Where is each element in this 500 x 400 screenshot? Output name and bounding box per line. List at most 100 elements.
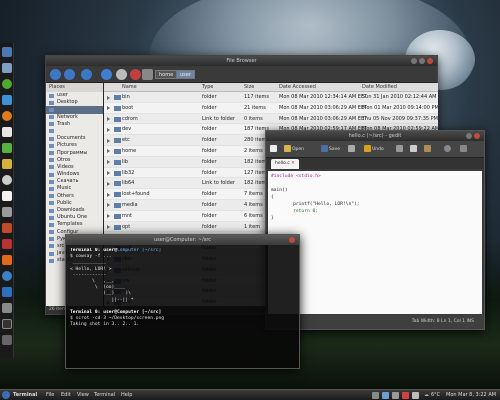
column-size[interactable]: Size — [244, 83, 254, 92]
column-date-modified[interactable]: Date Modified — [362, 83, 397, 92]
menu-help[interactable]: Help — [121, 390, 132, 400]
terminal-icon[interactable] — [2, 319, 12, 329]
home-icon[interactable] — [142, 69, 153, 80]
place-item[interactable]: Documents — [46, 135, 103, 142]
open-button[interactable]: Open — [284, 145, 304, 152]
disk-icon[interactable] — [2, 303, 12, 313]
files-icon[interactable] — [2, 47, 12, 57]
place-item[interactable]: Скачать — [46, 178, 103, 185]
play-icon[interactable] — [2, 79, 12, 89]
firefox-icon[interactable] — [2, 111, 12, 121]
clock[interactable]: Mon Mar 8, 3:22 AM — [446, 390, 496, 400]
place-item[interactable]: Templates — [46, 221, 103, 228]
table-row[interactable]: boot folder 21 items Mon 08 Mar 2010 03:06:… — [104, 103, 438, 114]
expand-icon[interactable] — [107, 203, 110, 208]
back-arrow-icon[interactable] — [50, 69, 61, 80]
battery-tray-icon[interactable] — [412, 392, 419, 399]
expand-icon[interactable] — [107, 225, 110, 230]
expand-icon[interactable] — [107, 117, 110, 122]
expand-icon[interactable] — [107, 149, 110, 154]
menu-app-terminal[interactable]: Terminal — [13, 390, 37, 400]
place-item[interactable]: Others — [46, 193, 103, 200]
copy-button[interactable] — [410, 145, 418, 152]
stop-icon[interactable] — [130, 69, 141, 80]
column-date-accessed[interactable]: Date Accessed — [279, 83, 316, 92]
expand-icon[interactable] — [107, 95, 110, 100]
terminal-output[interactable]: Terminal 0: user@Computer [~/src] $ cows… — [70, 248, 295, 366]
up-arrow-icon[interactable] — [81, 69, 92, 80]
mail-tray-icon[interactable] — [402, 392, 409, 399]
chrome-icon[interactable] — [2, 175, 12, 185]
cut-button[interactable] — [396, 145, 404, 152]
network-tray-icon[interactable] — [372, 392, 379, 399]
expand-icon[interactable] — [107, 192, 110, 197]
place-item[interactable]: Trash — [46, 121, 103, 128]
menu-edit[interactable]: Edit — [61, 390, 71, 400]
document-icon[interactable] — [2, 127, 12, 137]
close-icon[interactable] — [474, 133, 480, 139]
minimize-icon[interactable] — [411, 58, 417, 64]
column-name[interactable]: Name — [122, 83, 137, 92]
menu-file[interactable]: File — [46, 390, 54, 400]
mail-icon[interactable] — [2, 159, 12, 169]
place-item[interactable]: Ubuntu One — [46, 214, 103, 221]
menu-icon[interactable] — [2, 391, 10, 399]
media-icon[interactable] — [2, 223, 12, 233]
new-button[interactable] — [270, 145, 278, 152]
reload-icon[interactable] — [101, 69, 112, 80]
place-item[interactable]: Otros — [46, 157, 103, 164]
expand-icon[interactable] — [107, 127, 110, 132]
place-item[interactable]: Downloads — [46, 207, 103, 214]
place-item[interactable]: Music — [46, 185, 103, 192]
expand-icon[interactable] — [107, 106, 110, 111]
place-item[interactable]: Pictures — [46, 142, 103, 149]
tab-hello-c[interactable]: hello.c ✕ — [271, 159, 299, 169]
forward-arrow-icon[interactable] — [64, 69, 75, 80]
place-item[interactable]: Videos — [46, 164, 103, 171]
breadcrumb-user[interactable]: user — [176, 70, 195, 79]
maximize-icon[interactable] — [466, 133, 472, 139]
paste-button[interactable] — [424, 145, 432, 152]
place-item[interactable] — [46, 128, 103, 135]
place-item[interactable]: Public — [46, 200, 103, 207]
breadcrumb-home[interactable]: home — [155, 70, 178, 79]
browser-icon[interactable] — [2, 95, 12, 105]
expand-icon[interactable] — [107, 181, 110, 186]
settings-icon[interactable] — [2, 207, 12, 217]
pdf-icon[interactable] — [2, 239, 12, 249]
menu-terminal[interactable]: Terminal — [94, 390, 115, 400]
file-browser-titlebar[interactable]: File Browser — [46, 56, 437, 66]
trash-icon[interactable] — [2, 335, 12, 345]
replace-button[interactable] — [460, 145, 468, 152]
close-tab-icon[interactable]: ✕ — [291, 161, 295, 166]
bluetooth-tray-icon[interactable] — [382, 392, 389, 399]
save-button[interactable]: Save — [321, 145, 340, 152]
code-area[interactable]: #include <stdio.h> main() { printf("Hello,… — [268, 171, 482, 314]
table-row[interactable]: bin folder 117 items Mon 08 Mar 2010 12:34:… — [104, 92, 438, 103]
expand-icon[interactable] — [107, 214, 110, 219]
expand-icon[interactable] — [107, 160, 110, 165]
table-row[interactable]: cdrom Link to folder 0 items Mon 08 Mar 201… — [104, 113, 438, 125]
text-icon[interactable] — [2, 191, 12, 201]
zoom-icon[interactable] — [116, 69, 127, 80]
place-item[interactable] — [46, 106, 103, 114]
expand-icon[interactable] — [107, 171, 110, 176]
close-icon[interactable] — [289, 237, 295, 243]
place-item[interactable]: Network — [46, 114, 103, 121]
monitor-icon[interactable] — [2, 287, 12, 297]
place-item[interactable]: Программы — [46, 150, 103, 157]
menu-view[interactable]: View — [77, 390, 89, 400]
column-type[interactable]: Type — [202, 83, 213, 92]
place-item[interactable]: Windows — [46, 171, 103, 178]
volume-tray-icon[interactable] — [392, 392, 399, 399]
place-item[interactable]: Desktop — [46, 99, 103, 106]
place-item[interactable]: user — [46, 92, 103, 99]
office-icon[interactable] — [2, 255, 12, 265]
close-icon[interactable] — [427, 58, 433, 64]
home-icon[interactable] — [2, 63, 12, 73]
network-icon[interactable] — [2, 271, 12, 281]
print-button[interactable] — [348, 145, 356, 152]
editor-titlebar[interactable]: hello.c (~/src) - gedit — [266, 131, 484, 141]
terminal-titlebar[interactable]: user@Computer: ~/src — [66, 235, 299, 245]
maximize-icon[interactable] — [419, 58, 425, 64]
